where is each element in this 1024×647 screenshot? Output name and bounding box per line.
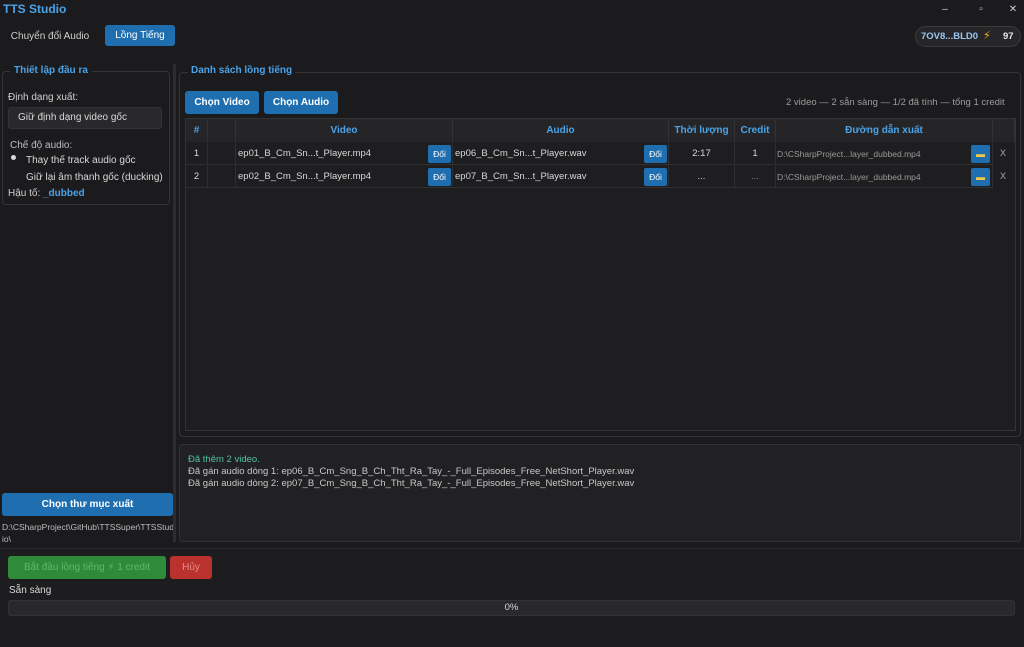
radio-replace-audio[interactable] <box>11 155 16 160</box>
row-video-file: ep01_B_Cm_Sn...t_Player.mp4 <box>236 143 453 165</box>
row-index: 2 <box>186 166 208 188</box>
column-header-duration[interactable]: Thời lượng <box>669 119 735 142</box>
log-line: Đã gán audio dòng 2: ep07_B_Cm_Sng_B_Ch_… <box>188 478 635 489</box>
column-header-remove <box>993 119 1015 142</box>
column-header-index: # <box>186 119 208 142</box>
row-duration: 2:17 <box>669 143 735 165</box>
close-button[interactable]: ✕ <box>1000 0 1024 20</box>
cancel-button[interactable]: Hủy <box>170 556 212 579</box>
progress-label: 0% <box>504 602 519 613</box>
panel-splitter[interactable] <box>173 64 176 542</box>
maximize-button[interactable]: ▫ <box>968 0 994 20</box>
row-blank-cell <box>208 143 236 165</box>
audio-mode-label: Chế độ audio: <box>10 140 73 151</box>
suffix-label: Hậu tố: <box>8 188 41 199</box>
status-text: Sẵn sàng <box>9 585 52 596</box>
remove-row-button[interactable]: X <box>993 148 1013 158</box>
folder-icon[interactable]: ▬ <box>971 168 990 186</box>
start-dubbing-button[interactable]: Bắt đầu lồng tiếng ⚡ 1 credit <box>8 556 166 579</box>
row-audio-file: ep06_B_Cm_Sn...t_Player.wav <box>453 143 669 165</box>
row-audio-file: ep07_B_Cm_Sn...t_Player.wav <box>453 166 669 188</box>
dub-list-title: Danh sách lồng tiếng <box>188 65 296 76</box>
folder-icon[interactable]: ▬ <box>971 145 990 163</box>
log-line: Đã thêm 2 video. <box>188 454 260 465</box>
choose-output-folder-button[interactable]: Chọn thư mục xuất <box>2 493 173 516</box>
row-output-path: D:\CSharpProject...layer_dubbed.mp4 <box>776 143 993 165</box>
row-index: 1 <box>186 143 208 165</box>
change-audio-button[interactable]: Đổi <box>644 145 667 163</box>
log-line: Đã gán audio dòng 1: ep06_B_Cm_Sng_B_Ch_… <box>188 466 635 477</box>
radio-replace-audio-label[interactable]: Thay thế track audio gốc <box>26 155 136 166</box>
choose-video-button[interactable]: Chọn Video <box>185 91 259 114</box>
row-video-file: ep02_B_Cm_Sn...t_Player.mp4 <box>236 166 453 188</box>
account-id: 7OV8...BLD0 <box>921 31 979 42</box>
suffix-input[interactable]: _dubbed <box>43 188 85 199</box>
change-video-button[interactable]: Đổi <box>428 168 451 186</box>
tab-dubbing[interactable]: Lồng Tiếng <box>105 25 175 46</box>
column-header-credit[interactable]: Credit <box>735 119 776 142</box>
credit-count: 97 <box>1003 31 1014 42</box>
row-credit: ... <box>735 166 776 188</box>
row-output-path: D:\CSharpProject...layer_dubbed.mp4 <box>776 166 993 188</box>
column-header-video[interactable]: Video <box>236 119 453 142</box>
choose-audio-button[interactable]: Chọn Audio <box>264 91 338 114</box>
column-header-output-path[interactable]: Đường dẫn xuất <box>776 119 993 142</box>
row-blank-cell <box>208 166 236 188</box>
app-title: TTS Studio <box>3 2 67 16</box>
column-header-audio[interactable]: Audio <box>453 119 669 142</box>
lightning-icon: ⚡ <box>983 30 991 42</box>
tab-audio-convert[interactable]: Chuyển đổi Audio <box>6 27 94 46</box>
output-settings-title: Thiết lập đầu ra <box>10 65 92 76</box>
column-header-blank <box>208 119 236 142</box>
format-select[interactable]: Giữ định dạng video gốc <box>8 107 162 129</box>
log-panel[interactable] <box>179 444 1021 542</box>
change-audio-button[interactable]: Đổi <box>644 168 667 186</box>
change-video-button[interactable]: Đổi <box>428 145 451 163</box>
output-folder-path: D:\CSharpProject\GitHub\TTSSuper\TTSStud… <box>2 522 174 544</box>
minimize-button[interactable]: – <box>932 0 958 20</box>
format-label: Định dạng xuất: <box>8 92 79 103</box>
remove-row-button[interactable]: X <box>993 171 1013 181</box>
row-credit: 1 <box>735 143 776 165</box>
row-duration: ... <box>669 166 735 188</box>
title-bar <box>0 0 1024 20</box>
radio-ducking-label[interactable]: Giữ lại âm thanh gốc (ducking) <box>26 172 163 183</box>
dub-summary: 2 video — 2 sẵn sàng — 1/2 đã tính — tổn… <box>786 97 1005 108</box>
